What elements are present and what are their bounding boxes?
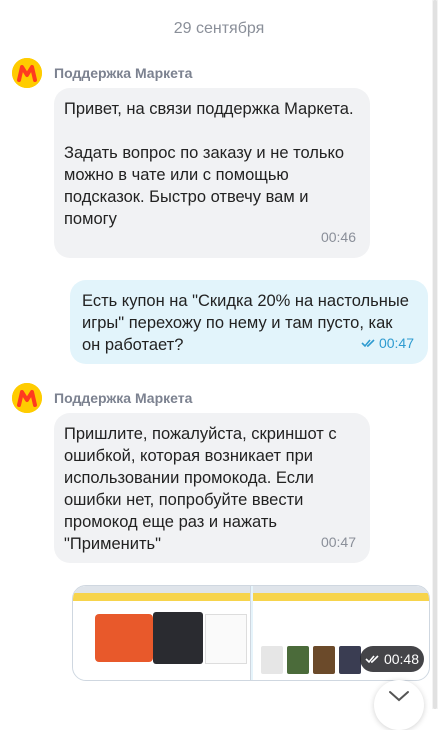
image-time-badge: 00:48	[360, 646, 424, 672]
screenshot-header-bar	[252, 593, 429, 601]
screenshot-promo-block	[95, 614, 153, 662]
yandex-market-logo-icon	[12, 58, 42, 88]
scrollbar-thumb[interactable]	[433, 0, 437, 709]
message-sender-row: Поддержка Маркета	[12, 381, 192, 415]
screenshot-product-thumb	[286, 646, 309, 674]
scroll-down-button[interactable]	[374, 680, 424, 730]
sender-name: Поддержка Маркета	[54, 390, 193, 406]
market-logo-avatar	[12, 383, 42, 413]
screenshot-header-bar	[73, 593, 250, 601]
message-time-status: 00:47	[361, 332, 414, 354]
message-time: 00:48	[383, 651, 420, 667]
incoming-message-bubble[interactable]: Привет, на связи поддержка Маркета. Зада…	[54, 88, 370, 258]
market-logo-avatar	[12, 58, 42, 88]
outgoing-message-bubble[interactable]: Есть купон на "Скидка 20% на настольные …	[70, 280, 428, 364]
message-text: Пришлите, пожалуйста, скриншот с ошибкой…	[64, 425, 337, 553]
message-sender-row: Поддержка Маркета	[12, 56, 192, 90]
sender-name: Поддержка Маркета	[54, 65, 193, 81]
scrollbar-track[interactable]	[432, 0, 438, 709]
chevron-down-icon	[389, 691, 409, 702]
screenshot-product-thumb	[260, 646, 283, 674]
date-separator: 29 сентября	[173, 20, 265, 37]
screenshot-product-thumb	[338, 646, 361, 674]
message-text: Привет, на связи поддержка Маркета. Зада…	[64, 100, 354, 228]
yandex-market-logo-icon	[12, 383, 42, 413]
screenshot-side-panel	[205, 614, 247, 664]
message-time: 00:47	[320, 534, 356, 550]
message-time: 00:46	[320, 229, 356, 245]
incoming-message-bubble[interactable]: Пришлите, пожалуйста, скриншот с ошибкой…	[54, 413, 370, 563]
screenshot-browser-bar	[73, 586, 250, 593]
screenshot-product-thumb	[312, 646, 335, 674]
double-check-icon	[365, 655, 379, 664]
screenshot-product-card	[153, 612, 203, 664]
screenshot-thumbnail[interactable]	[73, 586, 251, 680]
double-check-icon	[361, 339, 375, 348]
message-time: 00:47	[378, 335, 414, 351]
screenshot-browser-bar	[252, 586, 429, 593]
